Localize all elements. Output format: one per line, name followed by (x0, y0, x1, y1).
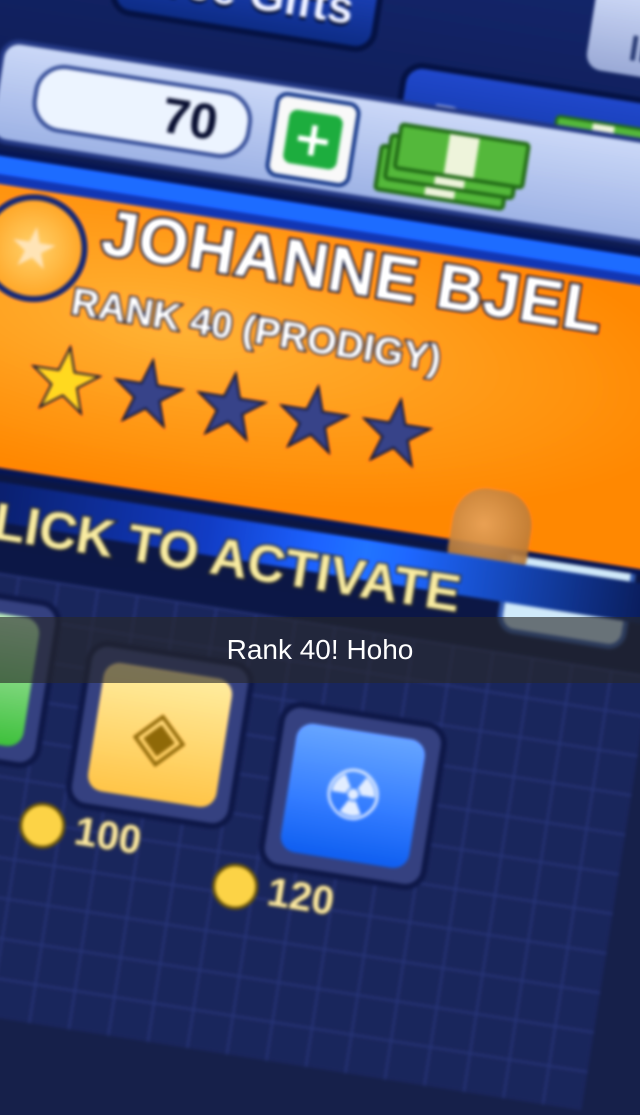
game-screen-photo: liked Free Gifts Buy 70 + ★ JOHANNE BJEL… (0, 0, 640, 1111)
caption-text: Rank 40! Hoho (226, 634, 414, 665)
star-empty-icon: ★ (269, 366, 358, 473)
coin-icon (16, 799, 69, 852)
star-empty-icon: ★ (351, 379, 440, 486)
add-currency-button[interactable]: + (263, 90, 363, 189)
star-empty-icon: ★ (186, 353, 275, 460)
star-badge-icon: ★ (3, 212, 64, 285)
tab-free-gifts-label: Free Gifts (137, 0, 358, 35)
powerup-nuke[interactable]: ☢ (255, 698, 451, 894)
snap-caption: Rank 40! Hoho (0, 617, 640, 683)
plus-icon: + (282, 108, 344, 171)
price-value: 100 (71, 808, 146, 864)
currency-amount: 70 (158, 87, 222, 152)
tab-liked[interactable]: liked (584, 0, 640, 94)
price-value: 120 (263, 869, 338, 925)
star-filled-icon: ★ (20, 327, 109, 434)
tab-liked-label: liked (626, 30, 640, 80)
star-empty-icon: ★ (103, 340, 192, 447)
tab-free-gifts[interactable]: Free Gifts (107, 0, 389, 56)
nuke-icon: ☢ (278, 721, 428, 871)
coin-icon (208, 860, 262, 913)
